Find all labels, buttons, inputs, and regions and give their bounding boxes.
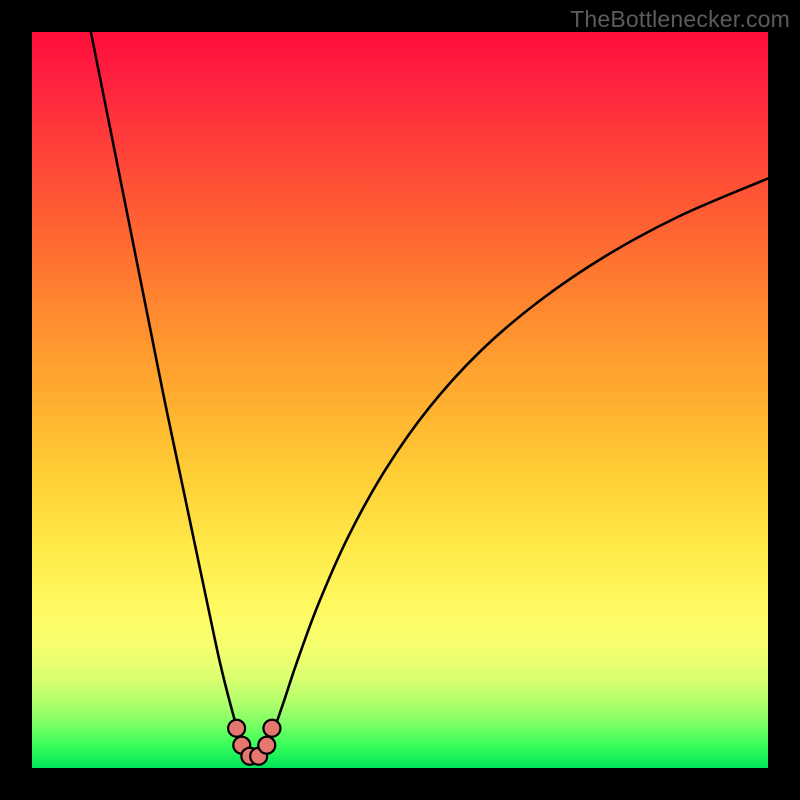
chart-frame: TheBottlenecker.com [0, 0, 800, 800]
plot-area [32, 32, 768, 768]
watermark-text: TheBottlenecker.com [570, 6, 790, 33]
curve-layer [32, 32, 768, 768]
bottleneck-marker [258, 737, 275, 754]
bottleneck-curve [91, 32, 768, 761]
bottleneck-marker [263, 720, 280, 737]
marker-group [228, 720, 280, 765]
bottleneck-marker [228, 720, 245, 737]
